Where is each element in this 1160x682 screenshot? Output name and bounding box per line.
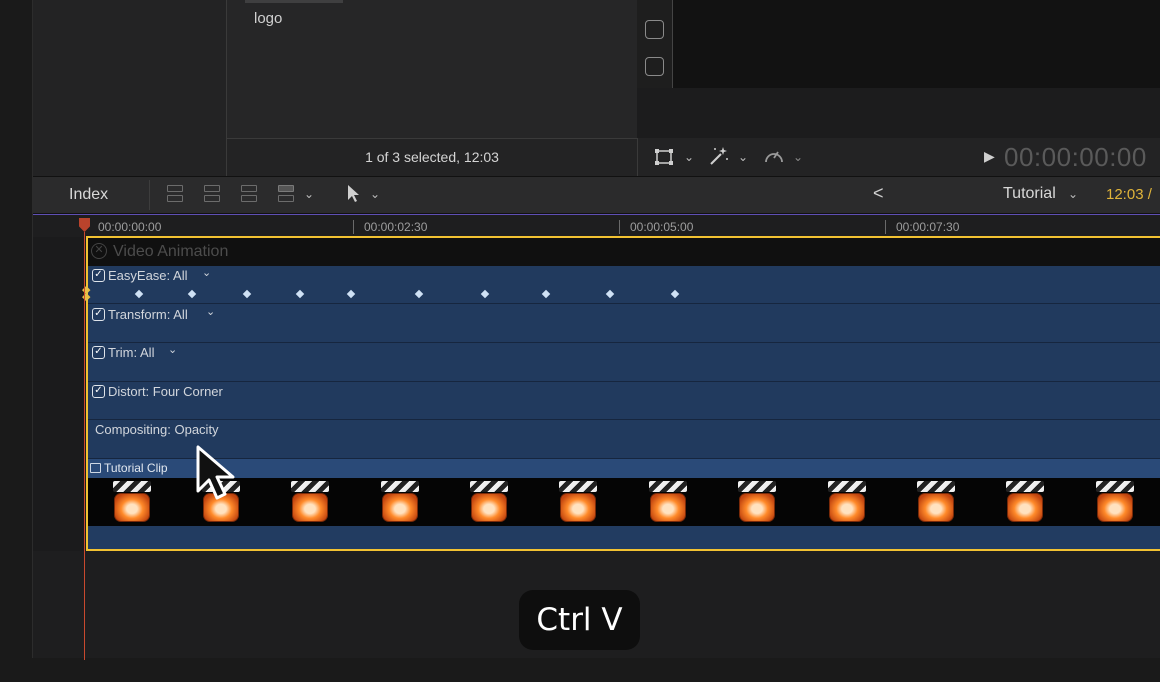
lane-checkbox[interactable]: ✓ bbox=[92, 269, 105, 282]
lane-label: Compositing: Opacity bbox=[95, 422, 219, 437]
animation-lane-trim[interactable] bbox=[88, 343, 1160, 382]
chevron-down-icon[interactable]: ⌄ bbox=[202, 266, 211, 279]
clapperboard-icon bbox=[1004, 481, 1046, 523]
timeline-index-button[interactable]: Index bbox=[69, 186, 108, 204]
back-chevron-icon[interactable]: < bbox=[873, 183, 884, 204]
chevron-down-icon[interactable]: ⌄ bbox=[168, 343, 177, 356]
clapperboard-icon bbox=[289, 481, 331, 523]
mouse-pointer-icon bbox=[196, 445, 235, 500]
clapperboard-icon bbox=[557, 481, 599, 523]
lane-checkbox[interactable]: ✓ bbox=[92, 346, 105, 359]
ruler-tick bbox=[353, 220, 354, 234]
clip-name-bar[interactable] bbox=[88, 459, 1160, 478]
library-sidebar bbox=[33, 0, 226, 176]
browser-scroll-indicator[interactable] bbox=[245, 0, 343, 3]
animation-lane-transform[interactable] bbox=[88, 304, 1160, 343]
playhead-line[interactable] bbox=[84, 232, 85, 660]
close-icon[interactable]: ✕ bbox=[91, 243, 107, 259]
viewer-timecode: 00:00:00:00 bbox=[1004, 142, 1147, 172]
magic-wand-icon[interactable] bbox=[708, 145, 730, 167]
browser-status-bar: 1 of 3 selected, 12:03 bbox=[226, 138, 637, 176]
transform-icon[interactable] bbox=[654, 148, 674, 166]
insert-clip-icon[interactable] bbox=[201, 182, 223, 204]
clapperboard-icon bbox=[736, 481, 778, 523]
ruler-tick-label: 00:00:07:30 bbox=[896, 220, 960, 234]
viewer-canvas bbox=[637, 0, 1160, 88]
chevron-down-icon[interactable]: ⌄ bbox=[370, 187, 380, 201]
chevron-down-icon[interactable]: ⌄ bbox=[684, 150, 694, 164]
window-bottom-edge bbox=[0, 658, 1160, 682]
chevron-down-icon[interactable]: ⌄ bbox=[206, 305, 215, 318]
clapperboard-icon bbox=[1094, 481, 1136, 523]
chevron-down-icon[interactable]: ⌄ bbox=[793, 150, 803, 164]
clip-filmstrip[interactable] bbox=[88, 478, 1160, 526]
lane-label: EasyEase: All bbox=[108, 268, 188, 283]
browser-item-logo[interactable]: logo bbox=[254, 10, 282, 27]
viewer-checkbox-column bbox=[637, 0, 673, 88]
selection-status: 1 of 3 selected, 12:03 bbox=[365, 149, 499, 165]
lane-label: Distort: Four Corner bbox=[108, 384, 223, 399]
clapperboard-icon bbox=[647, 481, 689, 523]
browser-pane bbox=[226, 0, 637, 138]
lane-checkbox[interactable]: ✓ bbox=[92, 308, 105, 321]
ruler-tick-label: 00:00:00:00 bbox=[98, 220, 162, 234]
lane-checkbox[interactable]: ✓ bbox=[92, 385, 105, 398]
animation-lane-compositing[interactable] bbox=[88, 420, 1160, 459]
clip-name: Tutorial Clip bbox=[104, 461, 168, 475]
lane-label: Transform: All bbox=[108, 307, 188, 322]
toolbar-divider bbox=[149, 180, 150, 210]
video-animation-header bbox=[88, 238, 1160, 266]
clapperboard-icon bbox=[468, 481, 510, 523]
animation-lane-distort[interactable] bbox=[88, 382, 1160, 420]
chevron-down-icon[interactable]: ⌄ bbox=[1068, 187, 1078, 201]
lane-label: Trim: All bbox=[108, 345, 155, 360]
chevron-down-icon[interactable]: ⌄ bbox=[304, 187, 314, 201]
ruler-tick-label: 00:00:05:00 bbox=[630, 220, 694, 234]
clapperboard-icon bbox=[111, 481, 153, 523]
viewer-checkbox[interactable] bbox=[645, 57, 664, 76]
left-panel-edge bbox=[0, 0, 33, 682]
timeline-ruler[interactable] bbox=[33, 214, 1160, 237]
ruler-tick bbox=[619, 220, 620, 234]
clapperboard-icon bbox=[826, 481, 868, 523]
select-tool-icon[interactable] bbox=[346, 184, 360, 204]
connect-clip-icon[interactable] bbox=[164, 182, 186, 204]
play-icon[interactable]: ▶ bbox=[984, 148, 995, 165]
speed-gauge-icon[interactable] bbox=[763, 146, 785, 166]
video-animation-title: Video Animation bbox=[113, 243, 229, 260]
ruler-tick-label: 00:00:02:30 bbox=[364, 220, 428, 234]
clip-icon bbox=[90, 463, 101, 473]
clapperboard-icon bbox=[379, 481, 421, 523]
overwrite-clip-icon[interactable] bbox=[275, 182, 297, 204]
chevron-down-icon[interactable]: ⌄ bbox=[738, 150, 748, 164]
viewer-lower-area bbox=[637, 88, 1160, 138]
project-duration: 12:03 / bbox=[1106, 186, 1152, 203]
project-name-menu[interactable]: Tutorial bbox=[1003, 185, 1056, 203]
clip-audio-area[interactable] bbox=[88, 526, 1160, 549]
viewer-checkbox[interactable] bbox=[645, 20, 664, 39]
ruler-tick bbox=[885, 220, 886, 234]
animation-lane-easyease[interactable] bbox=[88, 266, 1160, 304]
keystroke-overlay: Ctrl V bbox=[519, 590, 640, 650]
append-clip-icon[interactable] bbox=[238, 182, 260, 204]
clapperboard-icon bbox=[915, 481, 957, 523]
